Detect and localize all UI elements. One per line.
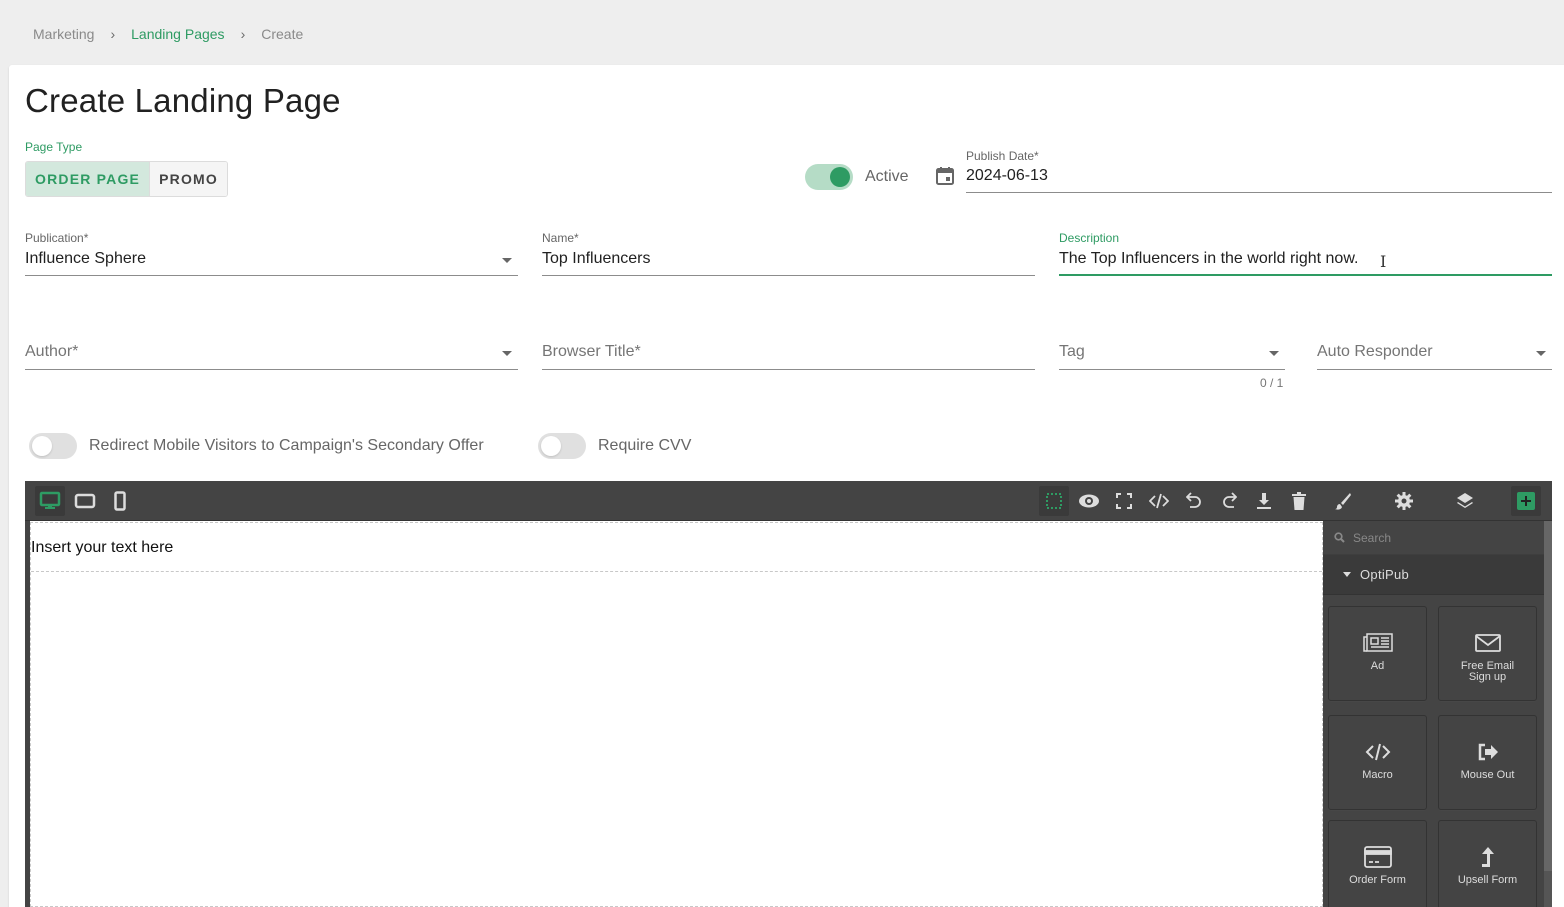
block-label: Mouse Out xyxy=(1460,769,1515,781)
page-type-order-page-button[interactable]: ORDER PAGE xyxy=(26,162,150,196)
block-free-email-sign-up[interactable]: Free Email Sign up xyxy=(1438,606,1537,701)
editor-canvas[interactable]: Insert your text here xyxy=(30,521,1323,907)
breadcrumb-landing-pages[interactable]: Landing Pages xyxy=(131,26,224,42)
chevron-down-icon xyxy=(1536,351,1546,356)
redo-icon[interactable] xyxy=(1214,486,1244,516)
active-switch-knob xyxy=(830,167,850,187)
trash-icon[interactable] xyxy=(1284,486,1314,516)
blocks-icon[interactable] xyxy=(1511,486,1541,516)
description-label: Description xyxy=(1059,231,1120,245)
calendar-icon[interactable] xyxy=(935,166,955,186)
active-switch[interactable]: Active xyxy=(805,164,909,190)
block-macro[interactable]: Macro xyxy=(1328,715,1427,810)
breadcrumb: Marketing › Landing Pages › Create xyxy=(33,26,303,42)
layers-icon[interactable] xyxy=(1450,486,1480,516)
canvas-text-block[interactable]: Insert your text here xyxy=(31,523,1322,572)
sign-out-icon xyxy=(1477,740,1499,764)
browser-title-field[interactable]: Browser Title* xyxy=(542,340,1035,370)
code-icon[interactable] xyxy=(1144,486,1174,516)
undo-icon[interactable] xyxy=(1179,486,1209,516)
block-label: Ad xyxy=(1370,660,1385,672)
chevron-down-icon xyxy=(502,351,512,356)
page-editor: Insert your text here Search OptiPub Ad xyxy=(25,481,1552,907)
browser-title-placeholder: Browser Title* xyxy=(542,343,641,360)
description-value[interactable]: The Top Influencers in the world right n… xyxy=(1059,250,1358,268)
block-label: Macro xyxy=(1362,769,1393,781)
preview-icon[interactable] xyxy=(1074,486,1104,516)
scrollbar-thumb[interactable] xyxy=(1544,521,1552,871)
cvv-switch-knob xyxy=(541,436,561,456)
canvas-body: Insert your text here xyxy=(30,522,1323,907)
cvv-switch-track[interactable] xyxy=(538,433,586,459)
tag-counter: 0 / 1 xyxy=(1260,376,1284,390)
cvv-switch-label: Require CVV xyxy=(598,437,692,454)
page-type-promo-button[interactable]: PROMO xyxy=(149,162,227,196)
breadcrumb-separator: › xyxy=(110,26,116,42)
blocks-panel: Search OptiPub Ad Free Email Sign up Mac… xyxy=(1323,521,1552,907)
chevron-down-icon xyxy=(502,258,512,263)
auto-responder-placeholder: Auto Responder xyxy=(1317,343,1433,360)
redirect-mobile-switch[interactable]: Redirect Mobile Visitors to Campaign's S… xyxy=(29,433,484,459)
name-label: Name* xyxy=(542,231,579,245)
text-cursor-icon: I xyxy=(1380,252,1387,271)
author-select[interactable]: Author* xyxy=(25,340,518,370)
redirect-switch-label: Redirect Mobile Visitors to Campaign's S… xyxy=(89,437,484,454)
publication-value: Influence Sphere xyxy=(25,250,146,267)
publication-label: Publication* xyxy=(25,231,89,245)
block-label: Upsell Form xyxy=(1457,874,1518,886)
envelope-icon xyxy=(1474,631,1501,655)
block-ad[interactable]: Ad xyxy=(1328,606,1427,701)
name-value[interactable]: Top Influencers xyxy=(542,250,651,268)
block-category-optipub[interactable]: OptiPub xyxy=(1323,555,1552,595)
page-type-label: Page Type xyxy=(25,140,83,154)
publication-select[interactable]: Publication* Influence Sphere xyxy=(25,231,518,276)
block-label: Free Email Sign up xyxy=(1460,660,1515,683)
mobile-icon[interactable] xyxy=(105,486,135,516)
chevron-down-icon xyxy=(1269,351,1279,356)
block-order-form[interactable]: Order Form xyxy=(1328,820,1427,907)
page-title: Create Landing Page xyxy=(25,82,341,119)
newspaper-icon xyxy=(1362,631,1393,655)
style-manager-icon[interactable] xyxy=(1328,486,1358,516)
blocks-search-placeholder: Search xyxy=(1353,530,1392,545)
auto-responder-select[interactable]: Auto Responder xyxy=(1317,340,1552,370)
require-cvv-switch[interactable]: Require CVV xyxy=(538,433,691,459)
credit-card-icon xyxy=(1363,845,1392,869)
panel-switcher xyxy=(1323,481,1552,521)
publish-date-value[interactable]: 2024-06-13 xyxy=(966,167,1048,185)
fullscreen-icon[interactable] xyxy=(1109,486,1139,516)
tablet-icon[interactable] xyxy=(70,486,100,516)
caret-down-icon xyxy=(1343,572,1351,577)
search-icon xyxy=(1334,532,1345,543)
breadcrumb-marketing[interactable]: Marketing xyxy=(33,26,94,42)
page-type-toggle: ORDER PAGE PROMO xyxy=(25,161,228,197)
description-field[interactable]: Description The Top Influencers in the w… xyxy=(1059,231,1552,276)
active-switch-track[interactable] xyxy=(805,164,853,190)
active-switch-label: Active xyxy=(865,168,909,185)
code-icon xyxy=(1365,740,1391,764)
redirect-switch-knob xyxy=(32,436,52,456)
blocks-search-input[interactable]: Search xyxy=(1323,521,1552,555)
redirect-switch-track[interactable] xyxy=(29,433,77,459)
block-label: Order Form xyxy=(1349,874,1406,886)
tag-placeholder: Tag xyxy=(1059,343,1085,360)
block-mouse-out[interactable]: Mouse Out xyxy=(1438,715,1537,810)
block-category-label: OptiPub xyxy=(1360,567,1410,582)
breadcrumb-separator: › xyxy=(240,26,246,42)
download-icon[interactable] xyxy=(1249,486,1279,516)
desktop-icon[interactable] xyxy=(35,486,65,516)
name-field[interactable]: Name* Top Influencers xyxy=(542,231,1035,276)
block-upsell-form[interactable]: Upsell Form xyxy=(1438,820,1537,907)
author-placeholder: Author* xyxy=(25,343,79,360)
publish-date-field[interactable]: Publish Date* 2024-06-13 xyxy=(966,149,1552,193)
sw-visibility-icon[interactable] xyxy=(1039,486,1069,516)
tag-select[interactable]: Tag xyxy=(1059,340,1285,370)
settings-icon[interactable] xyxy=(1389,486,1419,516)
breadcrumb-create: Create xyxy=(261,26,304,42)
editor-toolbar xyxy=(25,481,1323,521)
publish-date-label: Publish Date* xyxy=(966,149,1039,163)
level-up-icon xyxy=(1480,845,1496,869)
blocks-panel-scrollbar[interactable] xyxy=(1544,521,1552,907)
